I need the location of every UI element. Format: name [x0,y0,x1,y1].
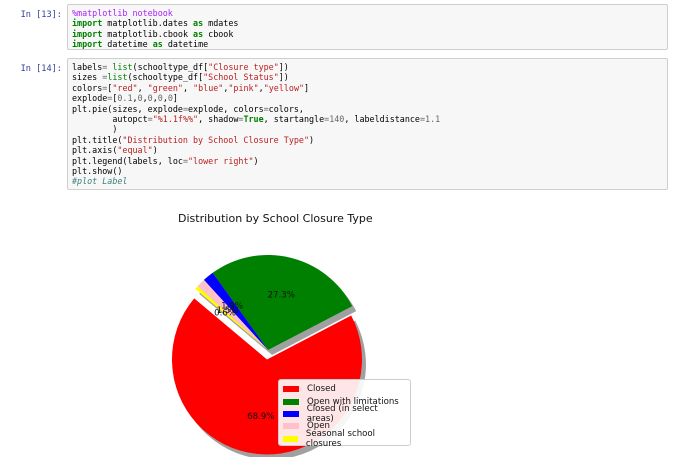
code-token: ] [304,82,310,93]
code-token: ) [72,124,118,135]
code-token: as [193,18,204,29]
code-token: ]) [278,72,289,83]
code-token: list [112,62,133,72]
legend-item: Closed (in select areas) [283,404,406,424]
code-token: ]) [278,62,289,72]
code-token: True [243,114,264,125]
code-input[interactable]: %matplotlib notebook import matplotlib.da… [67,4,668,50]
code-token: explode [72,93,108,104]
code-input[interactable]: labels= list(schooltype_df["Closure type… [67,58,668,190]
code-token: "Closure type" [208,62,279,72]
code-token: list [107,72,128,83]
code-line: plt.legend(labels, loc="lower right") [72,156,663,166]
code-token: "Distribution by School Closure Type" [122,134,309,145]
legend-swatch [283,423,299,430]
code-token: plt.pie(sizes, explode [72,103,183,114]
code-token: , labeldistance [344,114,420,125]
code-token: cbook [203,28,234,39]
code-token: ) [152,145,158,156]
code-line: sizes =list(schooltype_df["School Status… [72,72,663,82]
legend-label: Closed [307,384,336,395]
code-token: colors [72,82,103,93]
legend-swatch [283,435,298,442]
code-token: (schooltype_df[ [132,62,209,72]
code-token: "yellow" [263,82,305,93]
cell-prompt: In [14]: [20,64,62,74]
code-cell-13[interactable]: In [13]: %matplotlib notebook import matp… [0,4,680,50]
code-line: autopct="%1.1f%%", shadow=True, startang… [72,114,663,124]
legend-swatch [283,386,299,393]
code-line: plt.pie(sizes, explode=explode, colors=c… [72,104,663,114]
code-token: "blue" [193,82,224,93]
code-token: matplotlib.dates [102,18,194,29]
code-token: import [72,28,103,39]
code-token: ] [172,93,178,104]
code-token: ) [253,155,259,166]
code-token: import [72,18,103,29]
code-token: colors, [268,103,304,114]
code-token: "red" [112,82,138,93]
code-token: "School Status" [203,72,279,83]
code-token: #plot Label [72,176,128,187]
code-token: explode, colors [187,103,264,114]
code-token: , [182,82,194,93]
pie-value-label: 27.3% [268,291,295,301]
code-token: 140 [329,114,345,125]
code-line: import matplotlib.cbook as cbook [72,29,663,39]
legend-swatch [283,398,299,405]
code-token: plt.axis( [72,145,118,156]
code-line: explode=[0.1,0,0,0,0] [72,93,663,103]
code-line: labels= list(schooltype_df["Closure type… [72,62,663,72]
code-token: sizes [72,72,103,83]
code-token: "equal" [117,145,153,156]
code-token: 0.1 [117,93,133,104]
code-token: matplotlib.cbook [102,28,194,39]
code-token: labels [72,62,103,72]
code-line: %matplotlib notebook [72,8,663,18]
code-token: as [152,39,163,50]
legend-item: Closed [283,383,406,395]
pie-value-label: 68.9% [247,412,274,422]
code-token: import [72,39,103,50]
code-token: (schooltype_df[ [127,72,204,83]
code-token: "green" [147,82,183,93]
code-token: , shadow [198,114,239,125]
legend-label: Seasonal school closures [305,428,376,449]
code-line: ) [72,124,663,134]
code-token: plt.show() [72,166,123,177]
code-token: "pink" [228,82,259,93]
legend-swatch [283,410,299,417]
code-token: "%1.1f%%" [152,114,199,125]
code-line: import datetime as datetime [72,39,663,49]
code-token: 1.1 [425,114,441,125]
code-token: , startangle [263,114,325,125]
code-token: as [193,28,204,39]
code-token: "lower right" [187,155,254,166]
legend-item: Seasonal school closures [283,429,406,449]
code-cell-14[interactable]: In [14]: labels= list(schooltype_df["Clo… [0,58,680,190]
code-token: autopct [72,114,148,125]
cell-prompt: In [13]: [20,10,62,20]
code-token: datetime [162,39,209,50]
code-line: import matplotlib.dates as mdates [72,18,663,28]
code-token: mdates [203,18,239,29]
code-line: plt.axis("equal") [72,145,663,155]
code-line: colors=["red", "green", "blue","pink","y… [72,83,663,93]
code-token: ) [308,134,315,145]
code-line: #plot Label [72,176,663,186]
pie-value-label: 0.6% [214,309,236,319]
code-token: %matplotlib notebook [72,8,173,18]
chart-legend: Closed Open with limitations Closed (in se… [278,379,411,449]
code-token: plt.title( [72,134,123,145]
code-token: , [137,82,148,93]
code-line: plt.show() [72,166,663,176]
code-token: datetime [102,39,153,50]
code-token: plt.legend(labels, loc [72,155,183,166]
code-line: plt.title("Distribution by School Closur… [72,135,663,145]
